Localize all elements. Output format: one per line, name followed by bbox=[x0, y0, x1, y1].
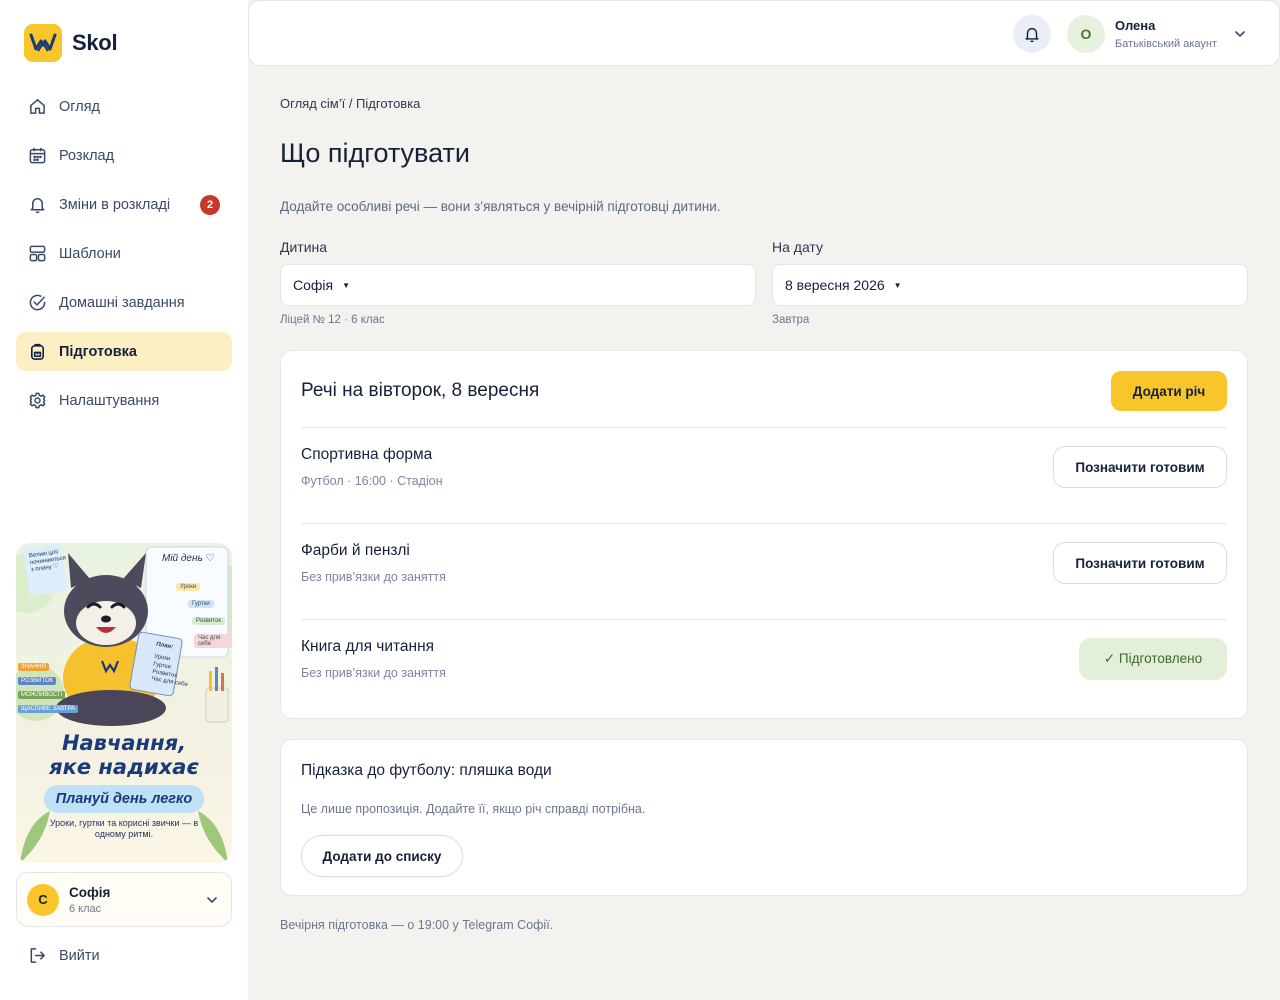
notification-badge: 2 bbox=[200, 195, 220, 215]
user-role: Батьківський акаунт bbox=[1115, 38, 1218, 50]
breadcrumb[interactable]: Огляд сім’ї / Підготовка bbox=[280, 96, 420, 111]
promo-side-label: РОЗВИТОК bbox=[18, 677, 57, 685]
promo-title-line: яке надихає bbox=[49, 755, 199, 779]
promo-side-label: ЗНАННЯ bbox=[18, 663, 49, 671]
logo[interactable]: Skol bbox=[24, 24, 118, 62]
sidebar-item-templates[interactable]: Шаблони bbox=[16, 234, 232, 273]
sidebar-item-homework[interactable]: Домашні завдання bbox=[16, 283, 232, 322]
promo-pill: Плануй день легко bbox=[44, 785, 204, 813]
backpack-icon bbox=[28, 342, 47, 361]
sidebar-nav: Огляд Розклад Зміни в розкладі 2 Шаблони bbox=[16, 87, 232, 430]
items-card: Речі на вівторок, 8 вересня Додати річ С… bbox=[280, 350, 1248, 719]
promo-board-title: Мій день ♡ bbox=[162, 553, 215, 564]
add-to-list-button[interactable]: Додати до списку bbox=[301, 835, 463, 877]
sidebar-item-label: Налаштування bbox=[59, 392, 160, 409]
mark-ready-button[interactable]: Позначити готовим bbox=[1053, 446, 1227, 488]
logout-label: Вийти bbox=[59, 947, 100, 964]
child-select[interactable]: Софія ▼ bbox=[280, 264, 756, 306]
add-item-button[interactable]: Додати річ bbox=[1111, 371, 1227, 411]
promo-tag: Розвиток bbox=[192, 617, 225, 625]
date-field-hint: Завтра bbox=[772, 314, 810, 326]
bell-icon bbox=[28, 195, 47, 214]
item-name: Фарби й пензлі bbox=[301, 542, 410, 559]
chevron-down-icon bbox=[205, 893, 219, 912]
suggestion-title: Підказка до футболу: пляшка води bbox=[301, 762, 552, 779]
promo-tag: Уроки bbox=[176, 583, 201, 591]
mascot-illustration bbox=[16, 543, 232, 863]
prepared-status-button[interactable]: ✓ Підготовлено bbox=[1079, 638, 1227, 680]
promo-side-label: ЩАСЛИВЕ ЗАВТРА bbox=[18, 705, 79, 713]
promo-side-label: МОЖЛИВОСТІ bbox=[18, 691, 66, 699]
sidebar-item-label: Огляд bbox=[59, 98, 101, 115]
promo-tag: Гуртки bbox=[188, 600, 214, 608]
suggestion-description: Це лише пропозиція. Додайте її, якщо річ… bbox=[301, 802, 646, 816]
user-name: Олена bbox=[1115, 18, 1156, 33]
sidebar-item-overview[interactable]: Огляд bbox=[16, 87, 232, 126]
logout-icon bbox=[28, 946, 47, 965]
item-meta: Без прив’язки до заняття bbox=[301, 666, 446, 680]
sidebar-item-label: Домашні завдання bbox=[59, 294, 185, 311]
bell-icon bbox=[1025, 27, 1039, 43]
notifications-button[interactable] bbox=[1013, 15, 1051, 53]
child-class: 6 клас bbox=[69, 902, 102, 915]
mark-ready-button[interactable]: Позначити готовим bbox=[1053, 542, 1227, 584]
sidebar-item-schedule-changes[interactable]: Зміни в розкладі 2 bbox=[16, 185, 232, 224]
sidebar-item-label: Підготовка bbox=[59, 343, 138, 360]
caret-down-icon: ▼ bbox=[342, 280, 351, 290]
suggestion-card: Підказка до футболу: пляшка води Це лише… bbox=[280, 739, 1248, 896]
child-switcher[interactable]: С Софія 6 клас bbox=[16, 872, 232, 927]
top-bar: О Олена Батьківський акаунт bbox=[248, 0, 1280, 66]
items-card-title: Речі на вівторок, 8 вересня bbox=[301, 380, 540, 401]
user-avatar[interactable]: О bbox=[1067, 15, 1105, 53]
item-name: Спортивна форма bbox=[301, 446, 433, 463]
promo-card: Великі цілі починаються з плану ♡ Мій де… bbox=[16, 543, 232, 863]
item-name: Книга для читання bbox=[301, 638, 435, 655]
child-field-hint: Ліцей № 12 · 6 клас bbox=[280, 314, 385, 326]
caret-down-icon: ▼ bbox=[893, 280, 902, 290]
item-meta: Футбол · 16:00 · Стадіон bbox=[301, 474, 443, 488]
promo-tag: Час для себе bbox=[194, 634, 232, 648]
footer-note: Вечірня підготовка — о 19:00 у Telegram … bbox=[280, 918, 554, 932]
date-select-value: 8 вересня 2026 bbox=[785, 277, 885, 293]
child-field-label: Дитина bbox=[280, 239, 328, 255]
promo-title-line: Навчання, bbox=[61, 731, 187, 755]
promo-title: Навчання, яке надихає bbox=[16, 731, 232, 779]
sidebar-item-preparation[interactable]: Підготовка bbox=[16, 332, 232, 371]
child-select-value: Софія bbox=[293, 277, 334, 293]
sidebar-item-settings[interactable]: Налаштування bbox=[16, 381, 232, 420]
check-circle-icon bbox=[28, 293, 47, 312]
page-description: Додайте особливі речі — вони з’являться … bbox=[280, 199, 721, 214]
page-title: Що підготувати bbox=[280, 138, 470, 168]
logo-text: Skol bbox=[72, 30, 118, 55]
child-name: Софія bbox=[69, 884, 111, 900]
divider bbox=[301, 523, 1227, 524]
date-select[interactable]: 8 вересня 2026 ▼ bbox=[772, 264, 1248, 306]
date-field-label: На дату bbox=[772, 239, 824, 255]
sidebar-item-label: Шаблони bbox=[59, 245, 121, 262]
home-icon bbox=[28, 97, 47, 116]
sidebar-item-label: Зміни в розкладі bbox=[59, 196, 171, 213]
child-avatar: С bbox=[27, 883, 59, 916]
logout-button[interactable]: Вийти bbox=[28, 946, 100, 965]
sidebar-item-schedule[interactable]: Розклад bbox=[16, 136, 232, 175]
divider bbox=[301, 619, 1227, 620]
divider bbox=[301, 427, 1227, 428]
logo-icon bbox=[24, 24, 62, 62]
promo-subtitle: Уроки, гуртки та корисні звички — в одно… bbox=[49, 818, 199, 839]
template-icon bbox=[28, 244, 47, 263]
chevron-down-icon[interactable] bbox=[1233, 27, 1247, 46]
sidebar-item-label: Розклад bbox=[59, 147, 115, 164]
item-meta: Без прив’язки до заняття bbox=[301, 570, 446, 584]
sidebar: Skol Огляд Розклад Зміни в розкладі 2 Ша… bbox=[0, 0, 248, 1000]
calendar-icon bbox=[28, 146, 47, 165]
gear-icon bbox=[28, 391, 47, 410]
